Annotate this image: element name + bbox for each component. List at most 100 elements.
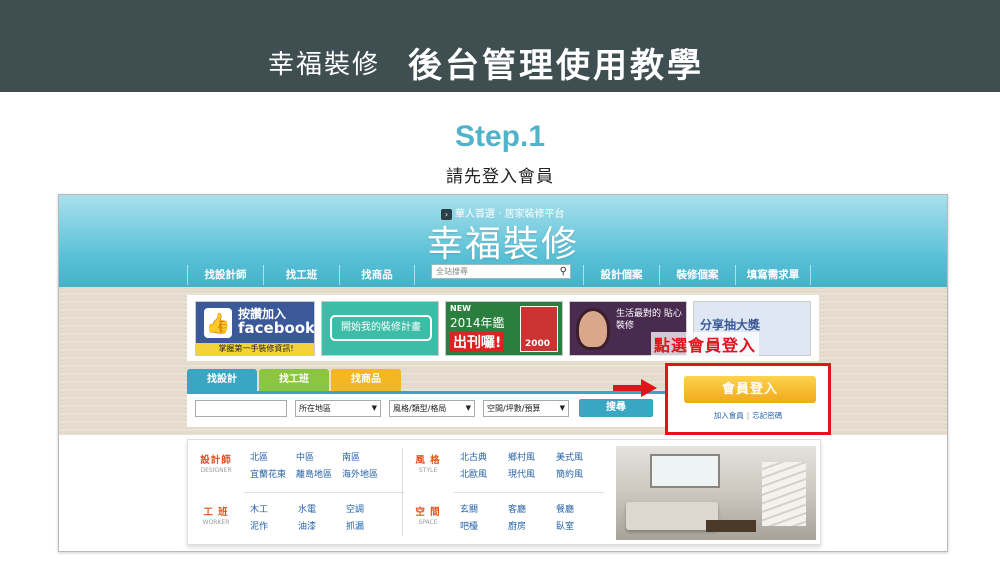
list-item[interactable]: 南區 [342,450,378,463]
list-item[interactable]: 吧檯 [460,519,498,532]
plan-banner[interactable]: 開始我的裝修計畫 [321,301,439,356]
list-item[interactable]: 木工 [250,502,288,515]
search-panel: 找設計 找工班 找商品 所在地區 ▼ 風格/類型/格局 ▼ 空間/坪數/預算 ▼ 搜尋 [187,369,667,429]
list-item[interactable]: 泥作 [250,519,288,532]
divider [244,492,404,493]
nav-find-worker[interactable]: 找工班 [263,265,339,285]
list-item[interactable]: 現代風 [508,467,546,480]
style-category: 風 格 STYLE [406,452,450,474]
designer-category: 設計師 DESIGNER [194,452,238,474]
list-item[interactable]: 簡約風 [556,467,594,480]
yearbook-banner[interactable]: NEW 2014年鑑 出刊囉! 2000 [445,301,563,356]
list-item[interactable]: 玄關 [460,502,498,515]
style-select[interactable]: 風格/類型/格局 ▼ [389,400,475,417]
style-select-value: 風格/類型/格局 [393,404,447,413]
site-search-input[interactable]: 全站搜尋 ⚲ [431,264,571,279]
divider [402,448,403,536]
nav-find-designer[interactable]: 找設計師 [187,265,263,285]
login-highlight-box: 會員登入 加入會員 | 忘記密碼 [665,363,831,435]
worker-en: WORKER [202,519,230,526]
region-select[interactable]: 所在地區 ▼ [295,400,381,417]
step-instruction: 請先登入會員 [446,167,554,187]
list-item[interactable]: 餐廳 [556,502,594,515]
list-item[interactable]: 美式風 [556,450,594,463]
login-callout: 點選會員登入 [651,332,760,356]
tutorial-title: 後台管理使用教學 [408,46,704,86]
nav-left: 找設計師 找工班 找商品 [187,265,415,285]
life-text: 生活最對的 貼心裝修 [616,309,682,331]
space-category: 空 間 SPACE [406,504,450,526]
style-label: 風 格 [415,455,441,466]
chevron-down-icon: ▼ [371,404,377,412]
divider [454,492,604,493]
facebook-banner[interactable]: 👍 按讚加入 facebook 掌握第一手裝修資訊! [195,301,315,356]
search-icon[interactable]: ⚲ [560,265,567,278]
space-links: 玄關 客廳 餐廳 吧檯 廚房 臥室 [460,502,594,532]
nav-right: 設計個案 裝修個案 填寫需求單 [583,265,811,285]
tutorial-brand: 幸福裝修 [268,50,381,80]
space-select[interactable]: 空間/坪數/預算 ▼ [483,400,569,417]
chevron-down-icon: ▼ [559,404,565,412]
list-item[interactable]: 油漆 [298,519,336,532]
plan-text: 開始我的裝修計畫 [330,315,432,341]
interior-photo[interactable] [616,446,816,540]
space-label: 空 間 [415,507,441,518]
nav-design-cases[interactable]: 設計個案 [583,265,659,285]
search-placeholder: 全站搜尋 [436,267,468,276]
designer-label: 設計師 [200,455,232,466]
fb-line2: facebook [238,319,315,337]
list-item[interactable]: 海外地區 [342,467,378,480]
list-item[interactable]: 北區 [250,450,286,463]
space-en: SPACE [418,519,438,526]
search-bar: 所在地區 ▼ 風格/類型/格局 ▼ 空間/坪數/預算 ▼ 搜尋 [187,391,667,427]
list-item[interactable]: 鄉村風 [508,450,546,463]
login-links: 加入會員 | 忘記密碼 [713,411,783,420]
site-header: › 華人首選 · 居家裝修平台 幸福裝修 找設計師 找工班 找商品 全站搜尋 ⚲ … [59,195,947,287]
directory-panel: 設計師 DESIGNER 北區 中區 南區 宜蘭花東 離島地區 海外地區 工 班… [187,439,821,545]
site-logo[interactable]: 幸福裝修 [427,215,579,267]
worker-category: 工 班 WORKER [194,504,238,526]
mag-out: 出刊囉! [450,332,505,352]
designer-links: 北區 中區 南區 宜蘭花東 離島地區 海外地區 [250,450,378,480]
list-item[interactable]: 抓漏 [346,519,384,532]
member-login-button[interactable]: 會員登入 [684,376,816,403]
keyword-input[interactable] [195,400,287,417]
tab-find-worker[interactable]: 找工班 [259,369,329,391]
space-select-value: 空間/坪數/預算 [487,404,541,413]
search-button[interactable]: 搜尋 [579,399,653,417]
worker-links: 木工 水電 空調 泥作 油漆 抓漏 [250,502,384,532]
step-label: Step.1 [454,120,546,153]
forgot-password-link[interactable]: 忘記密碼 [752,411,782,420]
nav-request-form[interactable]: 填寫需求單 [735,265,811,285]
nav-renovation-cases[interactable]: 裝修個案 [659,265,735,285]
designer-en: DESIGNER [200,467,232,474]
directory-section: 設計師 DESIGNER 北區 中區 南區 宜蘭花東 離島地區 海外地區 工 班… [59,435,947,551]
style-links: 北古典 鄉村風 美式風 北歐風 現代風 簡約風 [460,450,594,480]
pointer-arrow-icon [613,379,657,397]
tab-find-design[interactable]: 找設計 [187,369,257,391]
magazine-cover-icon: 2000 [520,306,558,352]
list-item[interactable]: 北古典 [460,450,498,463]
worker-label: 工 班 [203,507,229,518]
mag-num: 2000 [525,339,551,349]
list-item[interactable]: 空調 [346,502,384,515]
share-text: 分享抽大獎 [700,318,761,332]
fb-sub: 掌握第一手裝修資訊! [196,343,314,355]
list-item[interactable]: 廚房 [508,519,546,532]
list-item[interactable]: 臥室 [556,519,594,532]
mag-new: NEW [450,304,471,313]
list-item[interactable]: 離島地區 [296,467,332,480]
register-link[interactable]: 加入會員 [714,411,744,420]
list-item[interactable]: 北歐風 [460,467,498,480]
region-select-value: 所在地區 [299,404,331,413]
chevron-down-icon: ▼ [465,404,471,412]
tab-find-product[interactable]: 找商品 [331,369,401,391]
list-item[interactable]: 水電 [298,502,336,515]
website-screenshot: › 華人首選 · 居家裝修平台 幸福裝修 找設計師 找工班 找商品 全站搜尋 ⚲ … [58,194,948,552]
mag-year: 2014年鑑 [450,316,505,330]
list-item[interactable]: 中區 [296,450,332,463]
tutorial-header: 幸福裝修 後台管理使用教學 [0,0,1000,92]
nav-find-product[interactable]: 找商品 [339,265,415,285]
list-item[interactable]: 客廳 [508,502,546,515]
list-item[interactable]: 宜蘭花東 [250,467,286,480]
